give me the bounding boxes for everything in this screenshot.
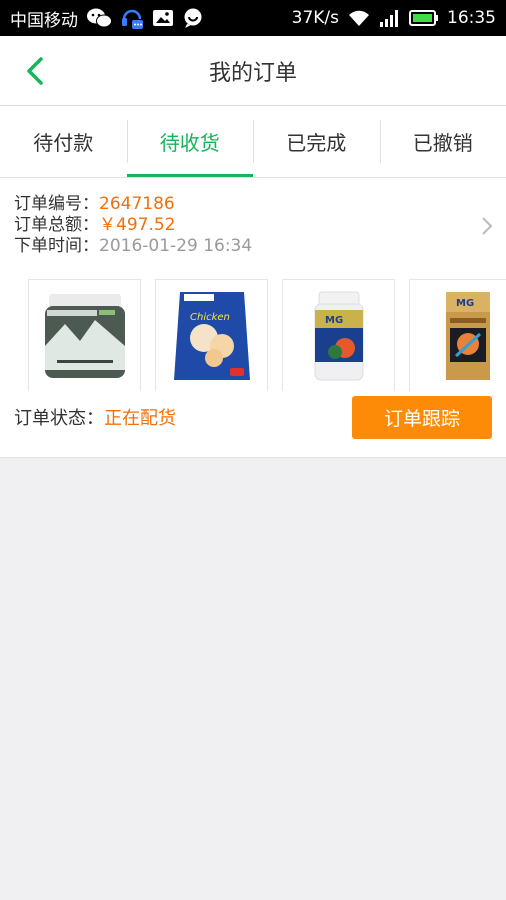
image-icon — [152, 8, 174, 28]
svg-text:MG: MG — [325, 315, 343, 326]
order-number: 2647186 — [99, 194, 175, 214]
status-bar: 中国移动 37K/s 16:35 — [0, 0, 506, 36]
chevron-left-icon — [27, 57, 43, 85]
order-status-label: 订单状态： — [14, 408, 104, 429]
svg-text:MG: MG — [456, 298, 474, 309]
wifi-icon — [347, 8, 371, 28]
battery-icon — [409, 9, 439, 27]
product-thumbnail[interactable]: MG — [282, 279, 395, 391]
tab-completed[interactable]: 已完成 — [253, 106, 380, 177]
order-tabs: 待付款 待收货 已完成 已撤销 — [0, 106, 506, 178]
tab-pending-receipt[interactable]: 待收货 — [126, 106, 254, 177]
chat-bubble-icon — [182, 7, 204, 29]
chevron-right-icon[interactable] — [480, 216, 494, 236]
product-box-icon: MG — [445, 291, 490, 380]
page-title: 我的订单 — [208, 60, 297, 86]
product-bag-icon: Chicken — [173, 291, 250, 380]
order-time-label: 下单时间： — [14, 236, 99, 256]
carrier-name: 中国移动 — [10, 10, 78, 31]
order-status-row: 订单状态： 正在配货 订单跟踪 — [0, 391, 506, 443]
wechat-icon — [86, 7, 112, 29]
order-total: ￥497.52 — [99, 215, 176, 235]
track-order-button[interactable]: 订单跟踪 — [352, 395, 492, 439]
network-speed: 37K/s — [291, 8, 339, 28]
order-total-label: 订单总额： — [14, 215, 99, 235]
product-thumbnail[interactable]: Chicken — [155, 279, 268, 391]
clock: 16:35 — [447, 8, 496, 28]
tab-cancelled[interactable]: 已撤销 — [379, 106, 506, 177]
order-number-label: 订单编号： — [14, 194, 99, 214]
product-jar-icon — [44, 293, 125, 378]
order-time: 2016-01-29 16:34 — [99, 236, 253, 256]
order-info[interactable]: 订单编号：2647186 订单总额：￥497.52 下单时间：2016-01-2… — [0, 178, 506, 257]
svg-text:Chicken: Chicken — [190, 312, 230, 323]
product-thumbnail[interactable]: MG — [409, 279, 506, 391]
back-button[interactable] — [22, 56, 48, 86]
order-card[interactable]: 订单编号：2647186 订单总额：￥497.52 下单时间：2016-01-2… — [0, 178, 506, 458]
product-thumbnail[interactable] — [28, 279, 141, 391]
product-thumbnails: Chicken MG MG — [0, 257, 506, 391]
order-number-line: 订单编号：2647186 — [14, 194, 492, 215]
tab-pending-payment[interactable]: 待付款 — [0, 106, 127, 177]
signal-icon — [379, 8, 401, 28]
app-header: 我的订单 — [0, 36, 506, 106]
headset-app-icon — [120, 5, 144, 31]
order-total-line: 订单总额：￥497.52 — [14, 215, 492, 236]
order-time-line: 下单时间：2016-01-29 16:34 — [14, 236, 492, 257]
order-status: 正在配货 — [104, 408, 176, 429]
product-bottle-icon: MG — [314, 291, 363, 380]
